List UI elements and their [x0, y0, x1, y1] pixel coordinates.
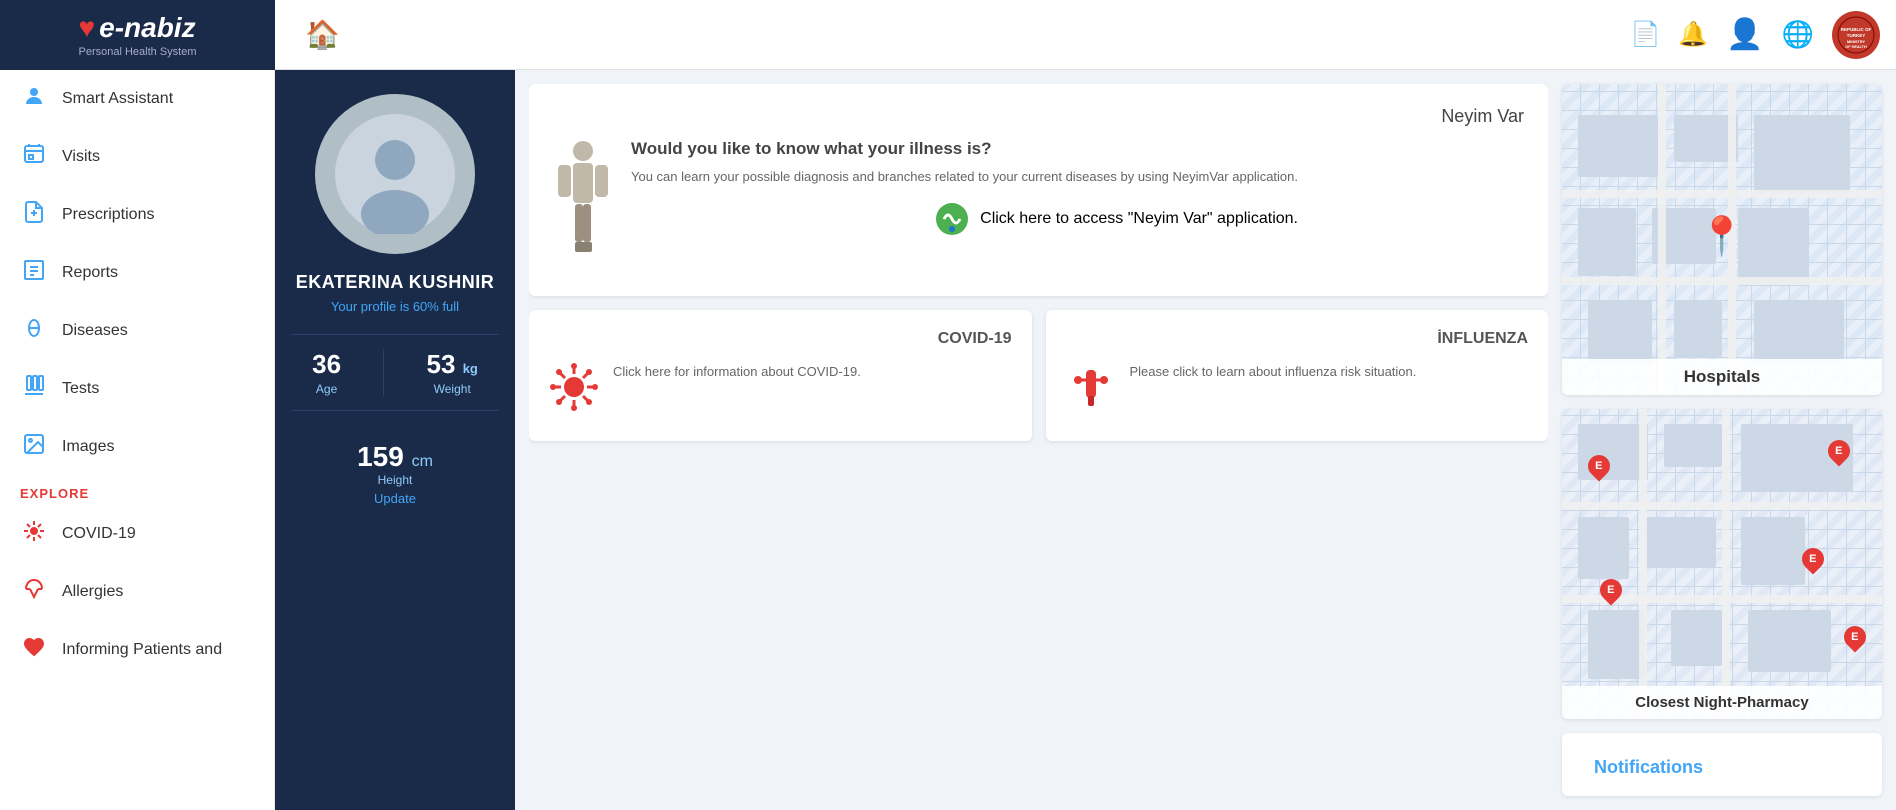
height-stat: 159 cm Height Update — [357, 427, 433, 520]
sidebar-item-visits[interactable]: Visits — [0, 128, 274, 186]
ministry-badge: REPUBLIC OF TURKEY MINISTRY OF HEALTH — [1832, 11, 1880, 59]
weight-unit: kg — [463, 361, 478, 376]
smart-assistant-icon — [20, 84, 48, 114]
neyimvar-link-row[interactable]: Click here to access "Neyim Var" applica… — [631, 201, 1298, 237]
neyimvar-logo — [934, 201, 970, 237]
sidebar-label-prescriptions: Prescriptions — [62, 206, 154, 224]
neyimvar-heading: Would you like to know what your illness… — [631, 139, 1298, 159]
neyimvar-body: Would you like to know what your illness… — [553, 139, 1524, 274]
sidebar-item-images[interactable]: Images — [0, 418, 274, 476]
neyimvar-card[interactable]: Neyim Var — [529, 84, 1548, 296]
covid-title: COVID-19 — [549, 330, 1012, 348]
influenza-text: Please click to learn about influenza ri… — [1130, 362, 1417, 382]
hospitals-overlay: 📍 — [1562, 84, 1882, 395]
influenza-title: İNFLUENZA — [1066, 330, 1529, 348]
user-icon[interactable]: 👤 — [1726, 17, 1763, 52]
center-column: Neyim Var — [529, 84, 1548, 796]
influenza-card[interactable]: İNFLUENZA Please cl — [1046, 310, 1549, 441]
logo-area: ♥ e-nabiz Personal Health System — [0, 0, 275, 70]
header-right: 📄 🔔 👤 🌐 REPUBLIC OF TURKEY MINISTRY OF H… — [1630, 11, 1880, 59]
svg-text:TURKEY: TURKEY — [1847, 33, 1866, 38]
profile-completion: Your profile is 60% full — [331, 299, 459, 314]
sidebar-item-smart-assistant[interactable]: Smart Assistant — [0, 70, 274, 128]
reports-icon — [20, 258, 48, 288]
explore-label: EXPLORE — [0, 476, 274, 505]
document-icon[interactable]: 📄 — [1630, 20, 1660, 49]
diseases-icon — [20, 316, 48, 346]
svg-text:MINISTRY: MINISTRY — [1847, 40, 1865, 44]
height-value: 159 cm — [357, 441, 433, 473]
sidebar-item-diseases[interactable]: Diseases — [0, 302, 274, 360]
influenza-body: Please click to learn about influenza ri… — [1066, 362, 1529, 421]
svg-text:OF HEALTH: OF HEALTH — [1845, 45, 1867, 49]
pharmacy-card[interactable]: E E E E E Closest Night-Pharmacy — [1562, 409, 1882, 720]
avatar — [315, 94, 475, 254]
height-label: Height — [357, 473, 433, 487]
sidebar-label-allergies: Allergies — [62, 583, 123, 601]
home-button[interactable]: 🏠 — [305, 18, 340, 51]
sidebar-label-smart-assistant: Smart Assistant — [62, 90, 173, 108]
sidebar: Smart Assistant Visits Prescriptions Rep… — [0, 70, 275, 810]
covid-card[interactable]: COVID-19 — [529, 310, 1032, 441]
height-unit: cm — [412, 453, 433, 470]
sidebar-label-images: Images — [62, 438, 114, 456]
right-column: 📍 Hospitals — [1562, 84, 1882, 796]
content-area: Neyim Var — [515, 70, 1896, 810]
pharmacy-label: Closest Night-Pharmacy — [1562, 686, 1882, 719]
covid-icon — [549, 362, 599, 421]
informing-icon — [20, 635, 48, 665]
sidebar-item-reports[interactable]: Reports — [0, 244, 274, 302]
neyimvar-description: You can learn your possible diagnosis an… — [631, 167, 1298, 187]
age-value: 36 — [312, 349, 341, 380]
sidebar-label-tests: Tests — [62, 380, 99, 398]
covid19-icon — [20, 519, 48, 549]
neyimvar-link-text: Click here to access "Neyim Var" applica… — [980, 210, 1298, 228]
influenza-icon — [1066, 362, 1116, 421]
hospital-map-pin: 📍 — [1698, 215, 1745, 259]
sidebar-item-tests[interactable]: Tests — [0, 360, 274, 418]
update-link[interactable]: Update — [357, 491, 433, 506]
stat-age: 36 Age — [312, 349, 341, 396]
notifications-card: Notifications — [1562, 733, 1882, 796]
sidebar-item-informing[interactable]: Informing Patients and — [0, 621, 274, 679]
cards-row: COVID-19 — [529, 310, 1548, 441]
neyimvar-text: Would you like to know what your illness… — [631, 139, 1298, 237]
globe-icon[interactable]: 🌐 — [1782, 19, 1814, 50]
profile-name: EKATERINA KUSHNIR — [296, 272, 495, 293]
logo-brand: e-nabiz — [99, 12, 195, 44]
allergies-icon — [20, 577, 48, 607]
hospitals-card[interactable]: 📍 Hospitals — [1562, 84, 1882, 395]
images-icon — [20, 432, 48, 462]
prescriptions-icon — [20, 200, 48, 230]
sidebar-label-reports: Reports — [62, 264, 118, 282]
bell-icon[interactable]: 🔔 — [1678, 20, 1708, 49]
sidebar-label-covid19: COVID-19 — [62, 525, 136, 543]
weight-label: Weight — [427, 382, 478, 396]
app-header: ♥ e-nabiz Personal Health System 🏠 📄 🔔 👤… — [0, 0, 1896, 70]
svg-text:REPUBLIC OF: REPUBLIC OF — [1841, 27, 1872, 32]
age-label: Age — [312, 382, 341, 396]
tests-icon — [20, 374, 48, 404]
neyimvar-title: Neyim Var — [553, 106, 1524, 127]
body-figure — [553, 139, 613, 274]
sidebar-label-diseases: Diseases — [62, 322, 128, 340]
sidebar-label-visits: Visits — [62, 148, 100, 166]
sidebar-label-informing: Informing Patients and — [62, 641, 222, 659]
sidebar-item-allergies[interactable]: Allergies — [0, 563, 274, 621]
sidebar-item-prescriptions[interactable]: Prescriptions — [0, 186, 274, 244]
profile-stats: 36 Age 53 kg Weight — [291, 334, 499, 411]
notifications-header: Notifications — [1578, 745, 1866, 784]
header-left: ♥ e-nabiz Personal Health System 🏠 — [16, 0, 340, 70]
profile-panel: EKATERINA KUSHNIR Your profile is 60% fu… — [275, 70, 515, 810]
stat-weight: 53 kg Weight — [427, 349, 478, 396]
main-layout: Smart Assistant Visits Prescriptions Rep… — [0, 70, 1896, 810]
stat-divider — [383, 349, 384, 396]
sidebar-item-covid19[interactable]: COVID-19 — [0, 505, 274, 563]
covid-body: Click here for information about COVID-1… — [549, 362, 1012, 421]
logo-subtitle: Personal Health System — [79, 46, 197, 58]
visits-icon — [20, 142, 48, 172]
weight-value: 53 kg — [427, 349, 478, 380]
hospitals-label: Hospitals — [1562, 359, 1882, 395]
covid-text: Click here for information about COVID-1… — [613, 362, 861, 382]
